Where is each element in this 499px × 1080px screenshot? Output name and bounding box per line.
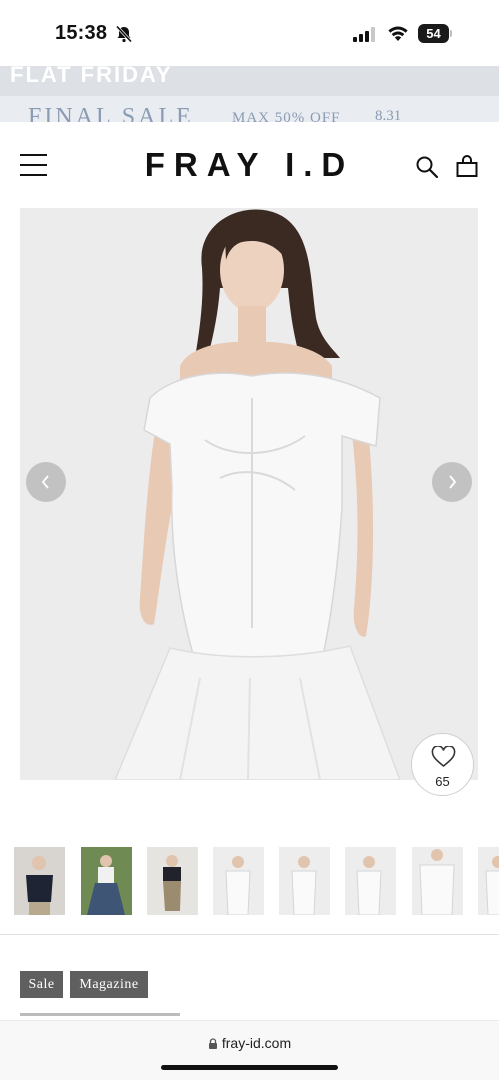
thumbnail[interactable]	[478, 847, 499, 915]
status-bar: 15:38 54	[0, 0, 499, 66]
thumbnail[interactable]	[412, 847, 463, 915]
thumbnail[interactable]	[81, 847, 132, 915]
battery-icon: 54	[418, 24, 452, 43]
final-sale-date: 8.31	[375, 108, 402, 122]
status-time: 15:38	[55, 22, 108, 44]
next-image-button[interactable]	[432, 462, 472, 502]
favorite-button[interactable]: 65	[411, 733, 474, 796]
thumbnail[interactable]	[213, 847, 264, 915]
tag-sale[interactable]: Sale	[20, 971, 63, 998]
heart-icon	[431, 746, 456, 768]
thumbnail[interactable]	[147, 847, 198, 915]
address-bar[interactable]: fray-id.com	[0, 1035, 499, 1051]
promo-banner-final-sale[interactable]: FINAL SALE MAX 50% OFF 8.31	[0, 96, 499, 122]
final-sale-subtitle: MAX 50% OFF	[232, 110, 341, 122]
chevron-left-icon	[41, 475, 49, 489]
promo-banner-top[interactable]: FLAT FRIDAY	[0, 66, 499, 96]
browser-bottom-bar: fray-id.com	[0, 1020, 499, 1080]
thumbnail[interactable]	[345, 847, 396, 915]
url-text: fray-id.com	[221, 1035, 292, 1051]
promo-top-text: FLAT FRIDAY	[10, 66, 173, 87]
final-sale-title: FINAL SALE	[28, 104, 194, 122]
bag-icon[interactable]	[455, 154, 479, 178]
prev-image-button[interactable]	[26, 462, 66, 502]
wifi-icon	[388, 26, 408, 41]
signal-icon	[353, 27, 375, 42]
site-header: FRAY I.D	[0, 122, 499, 208]
search-icon[interactable]	[415, 155, 439, 179]
home-indicator[interactable]	[161, 1065, 338, 1070]
thumbnail[interactable]	[279, 847, 330, 915]
divider	[0, 934, 499, 935]
thumbnail[interactable]	[14, 847, 65, 915]
lock-icon	[208, 1038, 217, 1049]
battery-level: 54	[418, 24, 449, 43]
bell-slash-icon	[115, 25, 133, 43]
thumbnail-strip	[0, 847, 499, 915]
product-image-gallery[interactable]	[20, 208, 478, 780]
chevron-right-icon	[449, 475, 457, 489]
favorite-count: 65	[435, 774, 450, 789]
product-photo	[20, 208, 478, 780]
tag-magazine[interactable]: Magazine	[70, 971, 148, 998]
